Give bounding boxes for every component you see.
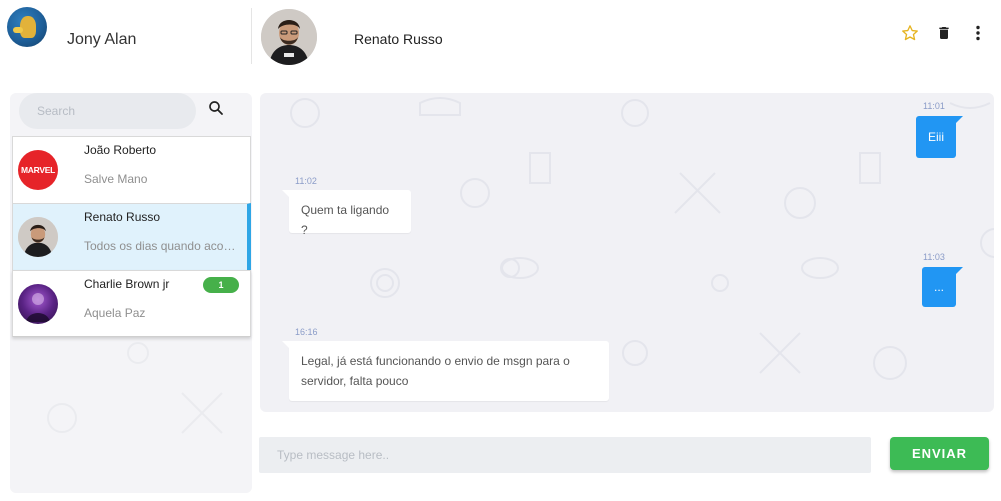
message-time: 11:02 [295, 176, 317, 186]
conversation-name: Renato Russo [84, 210, 161, 224]
band-avatar [18, 284, 58, 324]
more-vert-icon[interactable] [968, 22, 988, 44]
conversation-name: João Roberto [84, 143, 157, 157]
marvel-logo-text: MARVEL [21, 165, 55, 175]
conversation-item-joao-roberto[interactable]: MARVEL João Roberto Salve Mano [12, 136, 251, 203]
conversation-preview: Salve Mano [84, 172, 148, 186]
message-bubble-in[interactable]: Legal, já está funcionando o envio de ms… [282, 341, 609, 401]
avatar-figure-detail [13, 27, 23, 33]
star-icon[interactable] [900, 22, 920, 44]
user-name: Jony Alan [67, 31, 137, 48]
trash-icon[interactable] [934, 22, 954, 44]
message-time: 16:16 [295, 327, 318, 337]
contact-name: Renato Russo [354, 31, 443, 47]
conversation-preview: Aquela Paz [84, 306, 146, 320]
avatar-figure [20, 16, 36, 38]
unread-badge: 1 [203, 277, 239, 293]
message-input[interactable] [259, 437, 871, 473]
message-area[interactable]: 11:01 Eiii 11:02 Quem ta ligando ? 11:03… [260, 93, 994, 412]
person-avatar [18, 217, 58, 257]
search-icon[interactable] [207, 99, 227, 119]
header-divider [251, 8, 252, 64]
message-time: 11:01 [923, 101, 945, 111]
chat-app: Jony Alan Renato Russo Search MARVEL Joã… [0, 0, 1001, 501]
conversation-item-renato-russo[interactable]: Renato Russo Todos os dias quando acordo [12, 203, 251, 270]
conversation-item-charlie-brown-jr[interactable]: Charlie Brown jr 1 Aquela Paz [12, 270, 251, 337]
marvel-logo-avatar: MARVEL [18, 150, 58, 190]
send-button[interactable]: ENVIAR [890, 437, 989, 470]
contact-avatar[interactable] [261, 9, 317, 65]
message-bubble-out[interactable]: Eiii [916, 116, 963, 158]
conversation-list: MARVEL João Roberto Salve Mano Renato Ru… [12, 136, 251, 337]
user-avatar[interactable] [7, 7, 47, 47]
message-bubble-in[interactable]: Quem ta ligando ? [282, 190, 411, 237]
message-time: 11:03 [923, 252, 945, 262]
conversation-preview: Todos os dias quando acordo [84, 239, 239, 253]
search-input[interactable] [19, 93, 196, 129]
message-bubble-out[interactable]: ... [922, 267, 963, 307]
contact-photo [261, 9, 317, 65]
conversation-name: Charlie Brown jr [84, 277, 170, 291]
